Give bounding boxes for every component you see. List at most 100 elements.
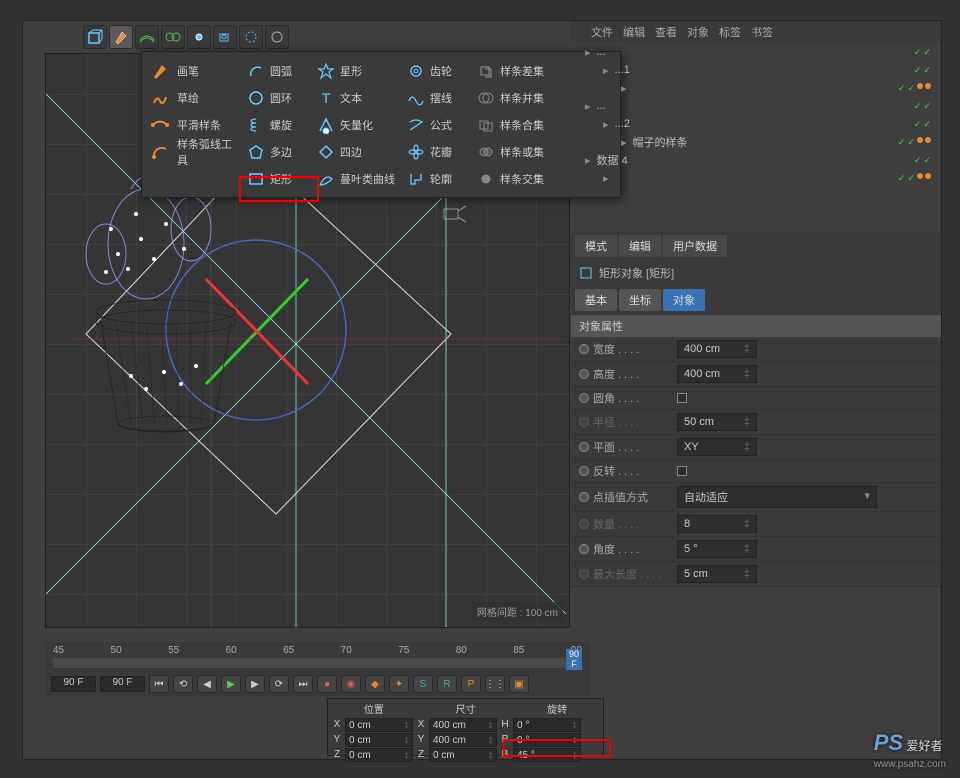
popup-union[interactable]: 样条并集 <box>472 85 552 110</box>
prev-frame-button[interactable]: ◀ <box>197 675 217 693</box>
next-frame-button[interactable]: ▶ <box>245 675 265 693</box>
object-tree[interactable]: ▸... ✓✓ ▸...1 ✓✓ ▸ ✓✓ ▸... ✓✓ ▸...2 ✓✓ ▸… <box>571 43 941 187</box>
tab-mode[interactable]: 模式 <box>575 235 617 257</box>
menu-1[interactable]: 编辑 <box>623 24 645 40</box>
popup-cycloid[interactable]: 摆线 <box>402 85 472 110</box>
misc-tool-1[interactable] <box>239 25 263 49</box>
attr-反转-check[interactable] <box>677 466 687 476</box>
goto-start-button[interactable]: ⏮ <box>149 675 169 693</box>
menu-4[interactable]: 标签 <box>719 24 741 40</box>
deformer-tool[interactable] <box>161 25 185 49</box>
autokey-button[interactable]: ◉ <box>341 675 361 693</box>
object-row-0[interactable]: ▸... ✓✓ <box>571 43 941 61</box>
popup-flower[interactable]: 花瓣 <box>402 139 472 164</box>
pos-key-button[interactable]: ✦ <box>389 675 409 693</box>
object-row-1[interactable]: ▸...1 ✓✓ <box>571 61 941 79</box>
popup-smooth[interactable] <box>146 112 172 137</box>
attr-宽度-input[interactable]: 400 cm‡ <box>677 340 757 358</box>
object-row-3[interactable]: ▸... ✓✓ <box>571 97 941 115</box>
popup-profile[interactable]: 轮廓 <box>402 166 472 191</box>
timeline-track[interactable]: 90 F <box>53 658 582 668</box>
interp-value[interactable]: 自动适应▾ <box>677 486 877 508</box>
attr-平面-input[interactable]: XY‡ <box>677 438 757 456</box>
misc-tool-2[interactable] <box>265 25 289 49</box>
cube-tool[interactable] <box>83 25 107 49</box>
attr-数量-input[interactable]: 8‡ <box>677 515 757 533</box>
pen-tool[interactable] <box>109 25 133 49</box>
record-button[interactable]: ● <box>317 675 337 693</box>
popup-sketch-label[interactable]: 草绘 <box>172 85 242 110</box>
highlight-rotation-b <box>503 739 611 757</box>
radio-icon <box>579 417 589 427</box>
popup-pen[interactable] <box>146 58 172 83</box>
menu-3[interactable]: 对象 <box>687 24 709 40</box>
popup-helix[interactable]: 螺旋 <box>242 112 312 137</box>
timeline[interactable]: 45505560657075808590 90 F <box>45 642 590 672</box>
menu-0[interactable]: 文件 <box>591 24 613 40</box>
frame-end-input[interactable]: 90 F <box>100 676 145 692</box>
object-row-2[interactable]: ▸ ✓✓ <box>571 79 941 97</box>
popup-and[interactable]: 样条合集 <box>472 112 552 137</box>
size-Z[interactable]: 0 cm‡ <box>429 748 497 762</box>
object-row-7[interactable]: ▸ ✓✓ <box>571 169 941 187</box>
object-row-4[interactable]: ▸...2 ✓✓ <box>571 115 941 133</box>
size-X[interactable]: 400 cm‡ <box>429 718 497 732</box>
pos-Z[interactable]: 0 cm‡ <box>345 748 413 762</box>
camera-tool[interactable] <box>213 25 237 49</box>
rot-key-button[interactable]: R <box>437 675 457 693</box>
scale-key-button[interactable]: S <box>413 675 433 693</box>
popup-label: 花瓣 <box>430 144 452 160</box>
popup-smooth-label[interactable]: 平滑样条 <box>172 112 242 137</box>
popup-arc-tool-label[interactable]: 样条弧线工具 <box>172 139 242 164</box>
popup-circle[interactable]: 圆环 <box>242 85 312 110</box>
popup-vector[interactable]: 矢量化 <box>312 112 402 137</box>
object-row-5[interactable]: ▸帽子的样条 ✓✓ <box>571 133 941 151</box>
tab-基本[interactable]: 基本 <box>575 289 617 311</box>
pla-key-button[interactable]: ⋮⋮ <box>485 675 505 693</box>
pos-X[interactable]: 0 cm‡ <box>345 718 413 732</box>
popup-nside[interactable]: 多边 <box>242 139 312 164</box>
tab-对象[interactable]: 对象 <box>663 289 705 311</box>
menu-5[interactable]: 书签 <box>751 24 773 40</box>
size-Y[interactable]: 400 cm‡ <box>429 733 497 747</box>
popup-star[interactable]: 星形 <box>312 58 402 83</box>
rot-H[interactable]: 0 °‡ <box>513 718 581 732</box>
popup-gear[interactable]: 齿轮 <box>402 58 472 83</box>
next-key-button[interactable]: ⟳ <box>269 675 289 693</box>
popup-sketch[interactable] <box>146 85 172 110</box>
popup-mask[interactable]: 样条差集 <box>472 58 552 83</box>
popup-pen-label[interactable]: 画笔 <box>172 58 242 83</box>
attr-圆角-check[interactable] <box>677 393 687 403</box>
extrude-tool[interactable] <box>135 25 159 49</box>
popup-4side[interactable]: 四边 <box>312 139 402 164</box>
attr-最大长度-input[interactable]: 5 cm‡ <box>677 565 757 583</box>
menu-2[interactable]: 查看 <box>655 24 677 40</box>
popup-formula[interactable]: 公式 <box>402 112 472 137</box>
attr-高度-input[interactable]: 400 cm‡ <box>677 365 757 383</box>
attr-角度-input[interactable]: 5 °‡ <box>677 540 757 558</box>
popup-inter[interactable]: 样条交集 <box>472 166 552 191</box>
radio-icon[interactable] <box>579 492 589 502</box>
watermark-url: www.psahz.com <box>874 759 946 770</box>
tab-edit[interactable]: 编辑 <box>619 235 661 257</box>
key-all-button[interactable]: ◆ <box>365 675 385 693</box>
play-button[interactable]: ▶ <box>221 675 241 693</box>
tab-坐标[interactable]: 坐标 <box>619 289 661 311</box>
playhead[interactable]: 90 F <box>566 649 582 670</box>
frame-start-input[interactable]: 90 F <box>51 676 96 692</box>
radio-icon <box>579 442 589 452</box>
popup-text[interactable]: T文本 <box>312 85 402 110</box>
param-key-button[interactable]: P <box>461 675 481 693</box>
light-tool[interactable] <box>187 25 211 49</box>
object-row-6[interactable]: ▸数据 4 ✓✓ <box>571 151 941 169</box>
attr-半径-input[interactable]: 50 cm‡ <box>677 413 757 431</box>
popup-arc-tool[interactable] <box>146 139 172 164</box>
popup-arc[interactable]: 圆弧 <box>242 58 312 83</box>
popup-leaf[interactable]: 蔓叶类曲线 <box>312 166 402 191</box>
pos-Y[interactable]: 0 cm‡ <box>345 733 413 747</box>
filter-button[interactable]: ▣ <box>509 675 529 693</box>
goto-end-button[interactable]: ⏭ <box>293 675 313 693</box>
popup-or[interactable]: 样条或集 <box>472 139 552 164</box>
prev-key-button[interactable]: ⟲ <box>173 675 193 693</box>
tab-userdata[interactable]: 用户数据 <box>663 235 727 257</box>
